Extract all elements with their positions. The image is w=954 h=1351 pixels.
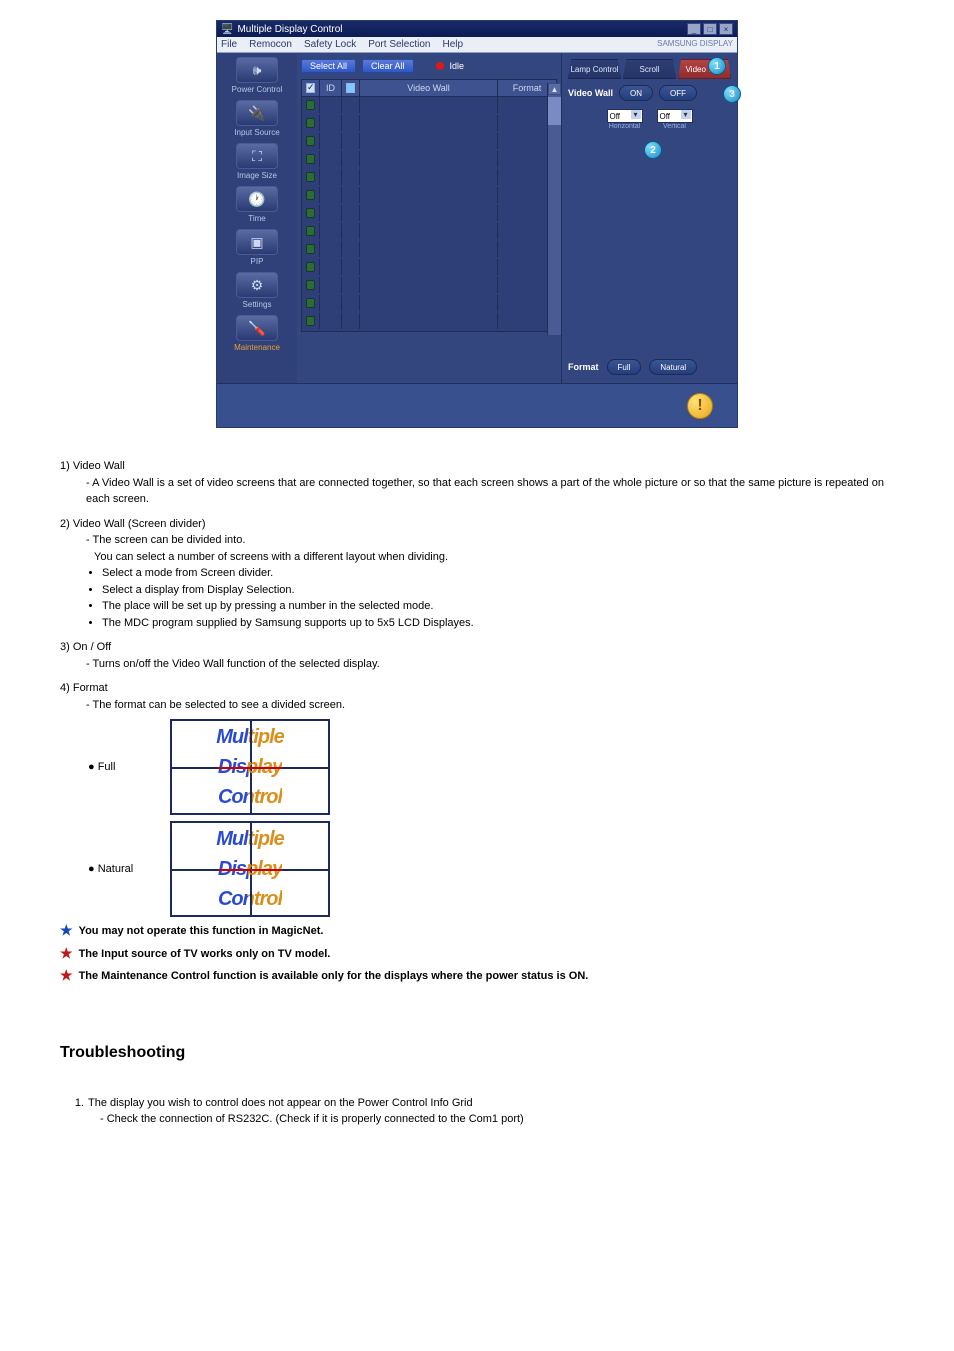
clock-icon: 🕐 (236, 186, 278, 212)
right-panel: Lamp Control Scroll Video Wall 1 Video W… (561, 53, 737, 383)
sidebar-item-power-control[interactable]: 🕪 Power Control (222, 57, 292, 94)
clear-all-button[interactable]: Clear All (362, 59, 414, 73)
item-4: 4) Format - The format can be selected t… (60, 680, 894, 917)
format-natural-preview: Multiple Display Control (170, 821, 330, 917)
tab-scroll[interactable]: Scroll (623, 59, 676, 79)
item-1: 1) Video Wall - A Video Wall is a set of… (60, 458, 894, 508)
table-row[interactable] (302, 97, 556, 115)
titlebar: 🖥️ Multiple Display Control _ □ × (217, 21, 737, 37)
scroll-thumb[interactable] (548, 97, 561, 125)
table-row[interactable] (302, 313, 556, 331)
star-icon: ★ (60, 968, 73, 982)
menu-file[interactable]: File (221, 39, 237, 50)
app-window: 🖥️ Multiple Display Control _ □ × File R… (216, 20, 738, 428)
callout-1-icon: 1 (708, 57, 726, 75)
list-item: The place will be set up by pressing a n… (102, 598, 894, 615)
horizontal-select[interactable]: Off (607, 109, 643, 123)
display-table: ID Video Wall Format (301, 79, 557, 332)
menu-help[interactable]: Help (442, 39, 463, 50)
note-1: ★ You may not operate this function in M… (60, 923, 894, 940)
full-button[interactable]: Full (607, 359, 642, 375)
natural-button[interactable]: Natural (649, 359, 697, 375)
format-full-preview: Multiple Display Control (170, 719, 330, 815)
footer-strip: ! (217, 383, 737, 427)
th-checkbox[interactable] (302, 80, 320, 96)
table-row[interactable] (302, 277, 556, 295)
table-row[interactable] (302, 223, 556, 241)
sidebar-item-pip[interactable]: ▣ PIP (222, 229, 292, 266)
th-video-wall[interactable]: Video Wall (360, 80, 498, 96)
callout-2-icon: 2 (644, 141, 662, 159)
table-row[interactable] (302, 133, 556, 151)
sidebar-item-input-source[interactable]: 🔌 Input Source (222, 100, 292, 137)
table-row[interactable] (302, 205, 556, 223)
list-item: Select a mode from Screen divider. (102, 565, 894, 582)
select-all-button[interactable]: Select All (301, 59, 356, 73)
minimize-icon[interactable]: _ (687, 23, 701, 35)
table-row[interactable] (302, 259, 556, 277)
sidebar-item-image-size[interactable]: ⛶ Image Size (222, 143, 292, 180)
th-id[interactable]: ID (320, 80, 342, 96)
table-row[interactable] (302, 169, 556, 187)
gear-icon: ⚙ (236, 272, 278, 298)
idle-label: Idle (450, 61, 465, 71)
table-row[interactable] (302, 187, 556, 205)
trouble-item-1: 1. The display you wish to control does … (64, 1095, 894, 1112)
document-body: 1) Video Wall - A Video Wall is a set of… (60, 458, 894, 1128)
table-row[interactable] (302, 241, 556, 259)
sidebar: 🕪 Power Control 🔌 Input Source ⛶ Image S… (217, 53, 297, 383)
troubleshooting-heading: Troubleshooting (60, 1041, 894, 1065)
scrollbar[interactable]: ▲ (547, 83, 561, 335)
format-full-row: ● Full Multiple Display Control (60, 719, 894, 815)
menu-port-selection[interactable]: Port Selection (368, 39, 430, 50)
scroll-up-icon[interactable]: ▲ (548, 83, 561, 95)
troubleshooting-list: 1. The display you wish to control does … (64, 1095, 894, 1128)
input-icon: 🔌 (236, 100, 278, 126)
on-button[interactable]: ON (619, 85, 653, 101)
horizontal-label: Horizontal (607, 123, 643, 130)
center-panel: Select All Clear All Idle ID Video Wall … (297, 53, 561, 383)
pip-icon: ▣ (236, 229, 278, 255)
power-icon: 🕪 (236, 57, 278, 83)
star-icon: ★ (60, 946, 73, 960)
video-wall-label: Video Wall (568, 88, 613, 98)
format-label: Format (568, 362, 599, 372)
table-row[interactable] (302, 115, 556, 133)
list-item: The MDC program supplied by Samsung supp… (102, 615, 894, 632)
note-2: ★ The Input source of TV works only on T… (60, 946, 894, 963)
tab-lamp-control[interactable]: Lamp Control (568, 59, 621, 79)
brand-label: SAMSUNG DISPLAY (657, 39, 733, 50)
star-icon: ★ (60, 923, 73, 937)
table-row[interactable] (302, 151, 556, 169)
menu-safety-lock[interactable]: Safety Lock (304, 39, 356, 50)
sidebar-item-settings[interactable]: ⚙ Settings (222, 272, 292, 309)
vertical-select[interactable]: Off (657, 109, 693, 123)
th-status[interactable] (342, 80, 360, 96)
warning-icon: ! (687, 393, 713, 419)
maximize-icon[interactable]: □ (703, 23, 717, 35)
item-3: 3) On / Off - Turns on/off the Video Wal… (60, 639, 894, 672)
vertical-label: Vertical (657, 123, 693, 130)
format-natural-row: ● Natural Multiple Display Control (60, 821, 894, 917)
note-3: ★ The Maintenance Control function is av… (60, 968, 894, 985)
menu-remocon[interactable]: Remocon (249, 39, 292, 50)
close-icon[interactable]: × (719, 23, 733, 35)
item-2: 2) Video Wall (Screen divider) - The scr… (60, 516, 894, 632)
item-2-bullets: Select a mode from Screen divider. Selec… (88, 565, 894, 631)
tools-icon: 🪛 (236, 315, 278, 341)
app-icon: 🖥️ (221, 24, 233, 35)
callout-3-icon: 3 (723, 85, 741, 103)
table-row[interactable] (302, 295, 556, 313)
window-title: Multiple Display Control (237, 24, 685, 35)
menubar: File Remocon Safety Lock Port Selection … (217, 37, 737, 53)
list-item: Select a display from Display Selection. (102, 582, 894, 599)
sidebar-item-time[interactable]: 🕐 Time (222, 186, 292, 223)
image-size-icon: ⛶ (236, 143, 278, 169)
idle-indicator-icon (436, 62, 444, 70)
sidebar-item-maintenance[interactable]: 🪛 Maintenance (222, 315, 292, 352)
off-button[interactable]: OFF (659, 85, 697, 101)
